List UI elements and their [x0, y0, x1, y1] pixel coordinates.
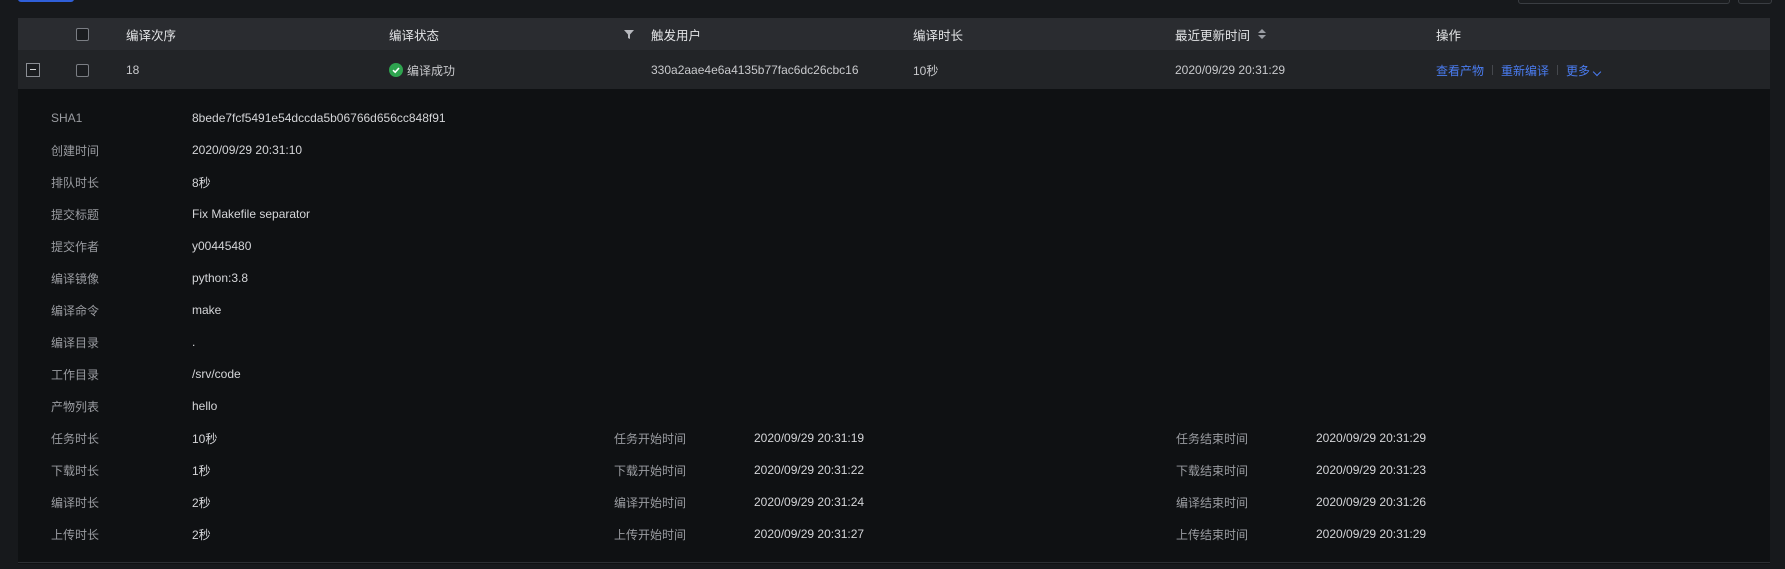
row-trigger-user: 330a2aae4e6a4135b77fac6dc26cbc16: [651, 63, 859, 77]
search-input[interactable]: [1518, 0, 1730, 4]
column-header-status[interactable]: 编译状态: [389, 18, 439, 50]
column-header-actions: 操作: [1436, 28, 1462, 43]
table-row: 18 编译成功 330a2aae4e6a4135b77fac6dc26cbc16…: [18, 50, 1770, 91]
rebuild-link[interactable]: 重新编译: [1501, 62, 1549, 79]
detail-value-created: 2020/09/29 20:31:10: [192, 143, 303, 157]
detail-value-download-end: 2020/09/29 20:31:23: [1316, 463, 1427, 477]
detail-value-compile-start: 2020/09/29 20:31:24: [754, 495, 865, 509]
detail-label-download-end: 下载结束时间: [1176, 463, 1249, 478]
column-header-order[interactable]: 编译次序: [126, 18, 176, 50]
detail-value-upload-start: 2020/09/29 20:31:27: [754, 527, 865, 541]
primary-action-button[interactable]: [18, 0, 74, 2]
toolbar-button[interactable]: [1738, 0, 1772, 4]
detail-label-queue: 排队时长: [51, 175, 100, 190]
detail-label-download-duration: 下载时长: [51, 463, 100, 478]
success-check-icon: [389, 63, 403, 77]
detail-value-artifacts: hello: [192, 399, 218, 413]
detail-value-compile-end: 2020/09/29 20:31:26: [1316, 495, 1427, 509]
column-header-trigger-user[interactable]: 触发用户: [651, 18, 701, 50]
detail-label-compile-end: 编译结束时间: [1176, 495, 1249, 510]
detail-value-image: python:3.8: [192, 271, 249, 285]
detail-value-queue: 8秒: [192, 175, 211, 190]
status-text: 编译成功: [407, 63, 456, 78]
select-all-checkbox[interactable]: [76, 27, 89, 41]
column-header-duration[interactable]: 编译时长: [913, 18, 963, 50]
row-select-cell: [76, 50, 89, 90]
detail-label-compile-start: 编译开始时间: [614, 495, 687, 510]
row-actions: 查看产物 重新编译 更多: [1436, 50, 1602, 90]
detail-label-upload-start: 上传开始时间: [614, 527, 687, 542]
detail-label-build-dir: 编译目录: [51, 335, 100, 350]
detail-label-command: 编译命令: [51, 303, 100, 318]
detail-label-created: 创建时间: [51, 143, 100, 158]
detail-label-task-duration: 任务时长: [51, 431, 100, 446]
detail-label-upload-duration: 上传时长: [51, 527, 100, 542]
detail-value-download-start: 2020/09/29 20:31:22: [754, 463, 865, 477]
table-header: 编译次序 编译状态 触发用户 编译时长 最近更新时间 操作: [18, 18, 1770, 50]
detail-value-upload-end: 2020/09/29 20:31:29: [1316, 527, 1427, 541]
detail-value-command: make: [192, 303, 222, 317]
detail-label-task-start: 任务开始时间: [614, 431, 687, 446]
expand-cell: [26, 50, 40, 90]
detail-value-compile-duration: 2秒: [192, 495, 211, 510]
detail-label-commit-title: 提交标题: [51, 207, 100, 222]
detail-label-artifacts: 产物列表: [51, 399, 100, 414]
row-duration: 10秒: [913, 63, 939, 78]
detail-value-task-start: 2020/09/29 20:31:19: [754, 431, 865, 445]
detail-value-upload-duration: 2秒: [192, 527, 211, 542]
detail-value-work-dir: /srv/code: [192, 367, 241, 381]
more-dropdown[interactable]: 更多: [1566, 62, 1602, 79]
column-header-updated-label: 最近更新时间: [1175, 28, 1251, 43]
detail-value-task-duration: 10秒: [192, 431, 218, 446]
chevron-down-icon: [1592, 67, 1602, 76]
view-artifacts-link[interactable]: 查看产物: [1436, 62, 1484, 79]
row-order: 18: [126, 63, 140, 77]
row-updated: 2020/09/29 20:31:29: [1175, 63, 1286, 77]
sort-icon[interactable]: [1258, 29, 1267, 39]
row-checkbox[interactable]: [76, 63, 89, 77]
build-detail-panel: [18, 89, 1770, 564]
detail-value-sha1: 8bede7fcf5491e54dccda5b06766d656cc848f91: [192, 111, 446, 125]
detail-label-image: 编译镜像: [51, 271, 100, 286]
detail-value-task-end: 2020/09/29 20:31:29: [1316, 431, 1427, 445]
detail-label-download-start: 下载开始时间: [614, 463, 687, 478]
more-label: 更多: [1566, 63, 1591, 78]
detail-label-compile-duration: 编译时长: [51, 495, 100, 510]
detail-label-upload-end: 上传结束时间: [1176, 527, 1249, 542]
detail-label-sha1: SHA1: [51, 111, 83, 125]
action-divider: [1557, 65, 1559, 75]
detail-label-task-end: 任务结束时间: [1176, 431, 1249, 446]
detail-divider: [18, 562, 1770, 563]
filter-icon[interactable]: [622, 18, 636, 50]
detail-value-build-dir: .: [192, 335, 196, 349]
detail-label-commit-author: 提交作者: [51, 239, 100, 254]
select-all-cell: [76, 18, 89, 50]
column-header-updated[interactable]: 最近更新时间: [1175, 18, 1267, 50]
action-divider: [1492, 65, 1494, 75]
build-table: 编译次序 编译状态 触发用户 编译时长 最近更新时间 操作 18 编译成功 33…: [18, 18, 1770, 91]
detail-value-commit-author: y00445480: [192, 239, 252, 253]
collapse-row-icon[interactable]: [26, 63, 40, 77]
row-status: 编译成功: [389, 50, 455, 90]
detail-value-commit-title: Fix Makefile separator: [192, 207, 311, 221]
detail-value-download-duration: 1秒: [192, 463, 211, 478]
detail-label-work-dir: 工作目录: [51, 367, 100, 382]
